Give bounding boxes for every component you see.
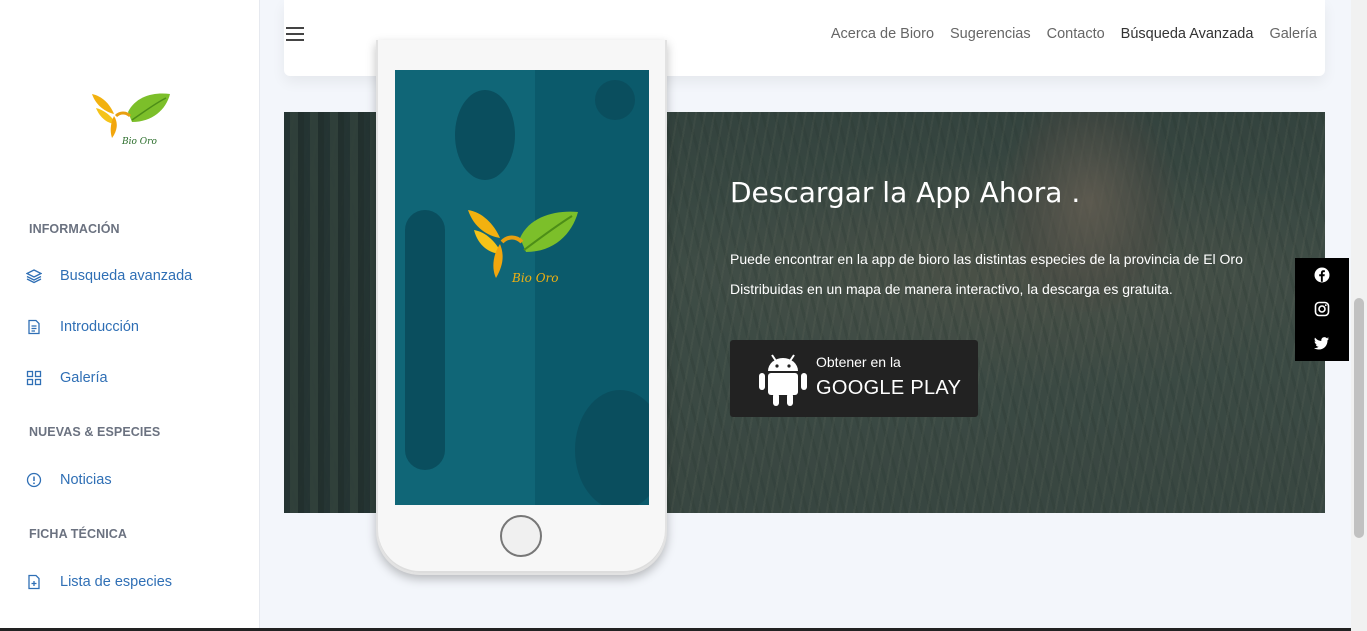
phone-logo-text: Bio Oro: [511, 271, 559, 285]
grid-icon: [26, 370, 42, 386]
sidebar-item-label: Introducción: [60, 319, 139, 335]
promo-title: Descargar la App Ahora .: [730, 176, 1081, 209]
sidebar-item-lista-de-especies[interactable]: Lista de especies: [26, 571, 172, 593]
sidebar: Bio Oro INFORMACIÓN Busqueda avanzada In…: [0, 0, 260, 631]
page-scrollbar[interactable]: [1351, 0, 1367, 631]
facebook-icon[interactable]: [1314, 267, 1330, 283]
sidebar-item-busqueda-avanzada[interactable]: Busqueda avanzada: [26, 265, 192, 287]
logo-text: Bio Oro: [121, 137, 157, 147]
nav-acerca-de-bioro[interactable]: Acerca de Bioro: [831, 26, 934, 42]
phone-app-logo: Bio Oro: [468, 210, 578, 285]
promo-text: Puede encontrar en la app de bioro las d…: [730, 251, 1243, 297]
section-title-nuevas-especies: NUEVAS & ESPECIES: [29, 425, 161, 439]
android-icon: [759, 353, 807, 406]
sidebar-item-noticias[interactable]: Noticias: [26, 469, 112, 491]
social-bar: [1295, 258, 1349, 361]
hamburger-menu-icon[interactable]: [286, 27, 304, 43]
nav-galeria[interactable]: Galería: [1269, 26, 1317, 42]
scrollbar-thumb[interactable]: [1354, 298, 1364, 538]
phone-home-button: [500, 515, 542, 557]
google-play-small-label: Obtener en la: [816, 354, 901, 370]
twitter-icon[interactable]: [1314, 335, 1330, 351]
nav-busqueda-avanzada[interactable]: Búsqueda Avanzada: [1121, 26, 1254, 42]
sidebar-item-label: Noticias: [60, 472, 112, 488]
google-play-big-label: GOOGLE PLAY: [816, 377, 962, 399]
google-play-button[interactable]: Obtener en la GOOGLE PLAY: [730, 340, 978, 417]
sidebar-item-label: Galería: [60, 370, 108, 386]
top-nav: Acerca de Bioro Sugerencias Contacto Bús…: [815, 26, 1317, 42]
instagram-icon[interactable]: [1314, 301, 1330, 317]
nav-sugerencias[interactable]: Sugerencias: [950, 26, 1031, 42]
document-icon: [26, 319, 42, 335]
layers-icon: [26, 268, 42, 284]
sidebar-item-label: Busqueda avanzada: [60, 268, 193, 284]
sidebar-item-label: Lista de especies: [60, 574, 173, 590]
bio-oro-logo[interactable]: Bio Oro: [88, 86, 172, 152]
sidebar-item-introduccion[interactable]: Introducción: [26, 316, 139, 338]
section-title-informacion: INFORMACIÓN: [29, 222, 120, 236]
nav-contacto[interactable]: Contacto: [1047, 26, 1105, 42]
file-plus-icon: [26, 574, 42, 590]
sidebar-item-galeria[interactable]: Galería: [26, 367, 108, 389]
info-circle-icon: [26, 472, 42, 488]
section-title-ficha-tecnica: FICHA TÉCNICA: [29, 527, 128, 541]
